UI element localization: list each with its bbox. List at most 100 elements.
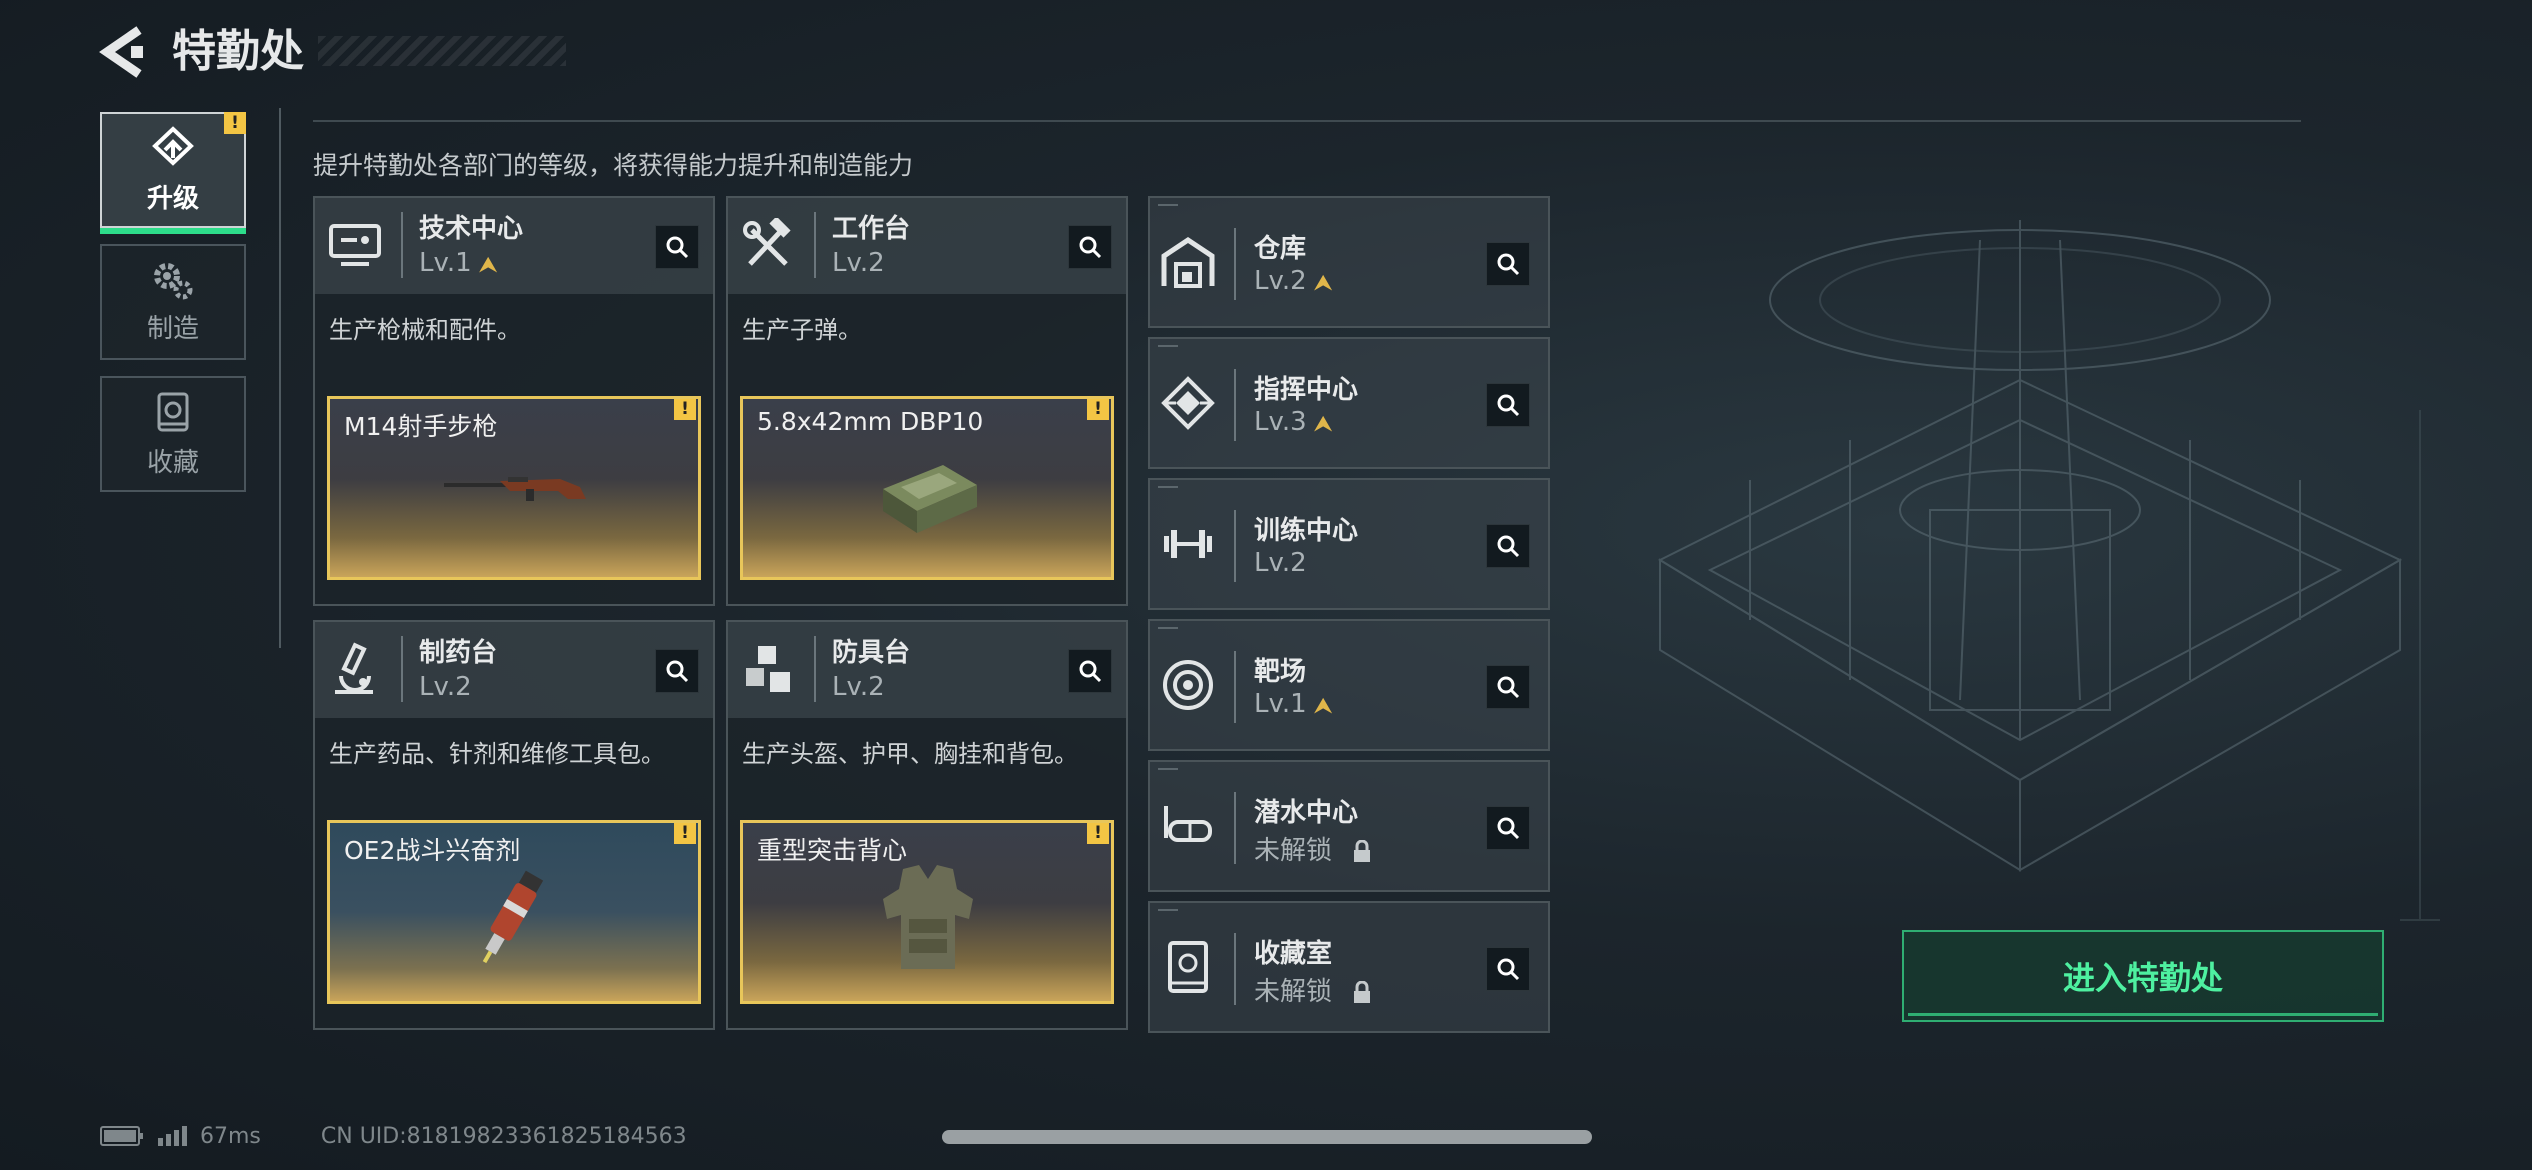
product-slot[interactable]: M14射手步枪 ! (327, 396, 701, 580)
battery-icon (100, 1126, 143, 1146)
microscope-icon (335, 642, 373, 694)
facility-level: Lv.1 ⮝ (1254, 689, 1332, 719)
department-level: Lv.2 (832, 248, 885, 278)
header-separator (1234, 792, 1236, 864)
corner-decoration (1158, 345, 1178, 347)
product-slot[interactable]: 重型突击背心 ! (740, 820, 1114, 1004)
search-icon (1497, 253, 1520, 276)
corner-decoration (1158, 486, 1178, 488)
collection-room-icon (1168, 941, 1208, 993)
header-separator (1234, 933, 1236, 1005)
search-button[interactable] (1068, 225, 1112, 269)
facility-card-diving-center[interactable]: 潜水中心 未解锁 (1148, 760, 1550, 892)
header-separator (814, 636, 816, 702)
tab-craft-label: 制造 (146, 313, 199, 344)
upgrade-description: 提升特勤处各部门的等级，将获得能力提升和制造能力 (313, 151, 914, 180)
department-card-workbench[interactable]: 工作台 Lv.2 生产子弹。 5.8x42mm DBP10 ! (726, 196, 1128, 606)
search-button[interactable] (1486, 806, 1530, 850)
facility-card-warehouse[interactable]: 仓库 Lv.2 ⮝ (1148, 196, 1550, 328)
warning-badge: ! (1087, 399, 1109, 420)
header-separator (1234, 651, 1236, 723)
facility-card-training-center[interactable]: 训练中心 Lv.2 (1148, 478, 1550, 610)
facility-level: Lv.2 (1254, 548, 1307, 578)
department-description: 生产药品、针剂和维修工具包。 (329, 740, 665, 768)
search-button[interactable] (1486, 665, 1530, 709)
upgrade-available-icon: ⮝ (1314, 269, 1332, 294)
department-card-pharmacy[interactable]: 制药台 Lv.2 生产药品、针剂和维修工具包。 OE2战斗兴奋剂 ! (313, 620, 715, 1030)
computer-icon (329, 224, 381, 266)
upgrade-available-icon: ⮝ (1314, 692, 1332, 717)
facility-card-collection-room[interactable]: 收藏室 未解锁 (1148, 901, 1550, 1033)
product-slot[interactable]: 5.8x42mm DBP10 ! (740, 396, 1114, 580)
department-card-tech-center[interactable]: 技术中心 Lv.1 ⮝ 生产枪械和配件。 M14射手步枪 ! (313, 196, 715, 606)
tab-upgrade[interactable]: 升级 ! (100, 112, 246, 234)
signal-icon (158, 1126, 187, 1146)
search-button[interactable] (1068, 649, 1112, 693)
facility-level: Lv.2 ⮝ (1254, 266, 1332, 296)
top-divider (313, 120, 2301, 122)
base-blueprint-illustration (1657, 220, 2440, 921)
corner-decoration (1158, 204, 1178, 206)
corner-decoration (1158, 627, 1178, 629)
lock-icon (1354, 839, 1371, 862)
department-card-armor-bench[interactable]: 防具台 Lv.2 生产头盔、护甲、胸挂和背包。 重型突击背心 ! (726, 620, 1128, 1030)
header-separator (1234, 228, 1236, 300)
department-level: Lv.2 (419, 672, 472, 702)
search-icon (1497, 394, 1520, 417)
department-description: 生产枪械和配件。 (329, 316, 521, 344)
injector-icon (482, 870, 544, 964)
facility-level: 未解锁 (1254, 830, 1372, 867)
header-separator (401, 212, 403, 278)
product-slot[interactable]: OE2战斗兴奋剂 ! (327, 820, 701, 1004)
search-icon (1497, 535, 1520, 558)
tab-upgrade-label: 升级 (146, 183, 199, 214)
product-name: OE2战斗兴奋剂 (344, 836, 521, 865)
upgrade-available-icon: ⮝ (479, 251, 497, 276)
search-icon (666, 236, 689, 259)
search-button[interactable] (1486, 383, 1530, 427)
home-indicator-bar[interactable] (942, 1130, 1592, 1144)
search-button[interactable] (655, 649, 699, 693)
warehouse-icon (1161, 236, 1215, 288)
facility-name: 潜水中心 (1254, 798, 1359, 828)
search-button[interactable] (655, 225, 699, 269)
header-separator (401, 636, 403, 702)
search-icon (1079, 660, 1102, 683)
page-title: 特勤处 (172, 26, 304, 77)
enter-special-ops-button[interactable]: 进入特勤处 (1902, 930, 2384, 1022)
title-decoration (318, 36, 566, 66)
product-name: 5.8x42mm DBP10 (757, 407, 984, 436)
tab-collection-label: 收藏 (146, 447, 199, 478)
search-button[interactable] (1486, 524, 1530, 568)
warning-badge: ! (224, 112, 246, 134)
search-button[interactable] (1486, 242, 1530, 286)
department-description: 生产头盔、护甲、胸挂和背包。 (742, 740, 1078, 768)
back-arrow-icon[interactable] (95, 22, 155, 82)
header-separator (1234, 510, 1236, 582)
tab-craft[interactable]: 制造 (100, 244, 246, 360)
sidebar-divider (279, 108, 281, 648)
header-separator (814, 212, 816, 278)
tab-collection[interactable]: 收藏 (100, 376, 246, 492)
level-text: Lv.1 (419, 248, 472, 278)
facility-card-shooting-range[interactable]: 靶场 Lv.1 ⮝ (1148, 619, 1550, 751)
command-center-icon (1161, 376, 1215, 430)
level-text: Lv.1 (1254, 689, 1307, 719)
product-name: M14射手步枪 (344, 412, 498, 441)
search-icon (1497, 676, 1520, 699)
search-button[interactable] (1486, 947, 1530, 991)
search-icon (666, 660, 689, 683)
collection-icon (157, 392, 189, 431)
facility-card-command-center[interactable]: 指挥中心 Lv.3 ⮝ (1148, 337, 1550, 469)
upgrade-icon (152, 125, 194, 166)
search-icon (1079, 236, 1102, 259)
facility-name: 指挥中心 (1254, 375, 1359, 405)
corner-decoration (1158, 909, 1178, 911)
upgrade-available-icon: ⮝ (1314, 410, 1332, 435)
warning-badge: ! (1087, 823, 1109, 844)
active-tab-indicator (100, 228, 246, 234)
lock-icon (1354, 980, 1371, 1003)
target-icon (1163, 660, 1213, 710)
facility-level: Lv.3 ⮝ (1254, 407, 1332, 437)
search-icon (1497, 958, 1520, 981)
